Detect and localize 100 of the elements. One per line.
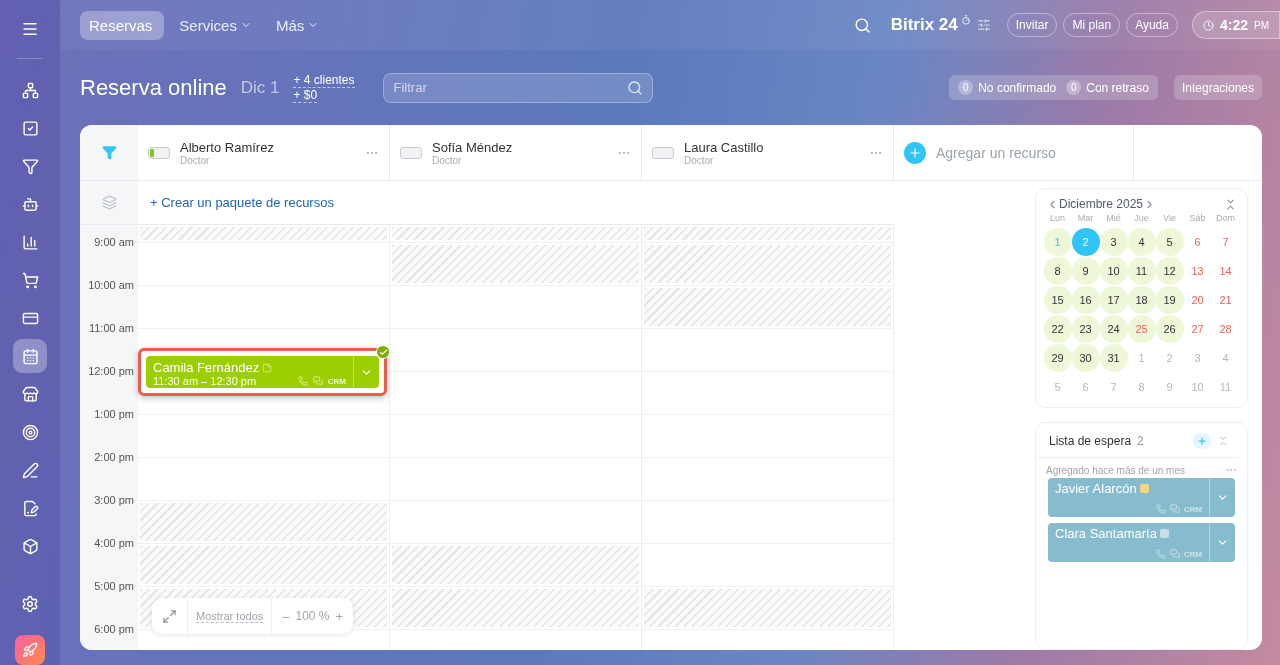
- calendar-day[interactable]: 23: [1071, 315, 1100, 343]
- calendar-day[interactable]: 25: [1127, 315, 1156, 343]
- weekday-label: Lun: [1049, 213, 1066, 225]
- zoom-in-button[interactable]: +: [335, 608, 344, 624]
- nav-tab[interactable]: Services: [170, 10, 261, 40]
- chart-icon: [21, 233, 39, 251]
- weekday-label: Sáb: [1188, 213, 1207, 225]
- calendar-day[interactable]: 1: [1127, 344, 1156, 372]
- calendar-day[interactable]: 11: [1127, 257, 1156, 285]
- chat-icon[interactable]: [1169, 549, 1180, 559]
- calendar-day[interactable]: 11: [1211, 373, 1240, 401]
- clock-icon: [960, 15, 971, 25]
- box-icon: [21, 537, 39, 555]
- phone-icon[interactable]: [297, 376, 308, 386]
- nav-tab[interactable]: Reservas: [80, 10, 165, 40]
- rocket-icon[interactable]: [15, 635, 45, 665]
- crm-label[interactable]: CRM: [327, 376, 346, 386]
- calendar-day[interactable]: 7: [1099, 373, 1128, 401]
- calendar-day[interactable]: 28: [1211, 315, 1240, 343]
- resource-header[interactable]: Sofía Méndez Doctor: [390, 125, 642, 180]
- calendar-day[interactable]: 6: [1183, 228, 1212, 256]
- collapse-icon[interactable]: [1224, 197, 1237, 211]
- create-package-link[interactable]: + Crear un paquete de recursos: [150, 195, 334, 210]
- sign-icon: [21, 499, 39, 517]
- calendar-day[interactable]: 2: [1071, 228, 1100, 256]
- calendar-day[interactable]: 17: [1099, 286, 1128, 314]
- chat-icon[interactable]: [312, 376, 323, 386]
- phone-icon[interactable]: [1155, 549, 1166, 559]
- calendar-day[interactable]: 27: [1183, 315, 1212, 343]
- funnel-icon: [21, 157, 39, 175]
- calendar-day[interactable]: 13: [1183, 257, 1212, 285]
- calendar-day[interactable]: 9: [1071, 257, 1100, 285]
- calendar-day[interactable]: 3: [1183, 344, 1212, 372]
- weekday-label: Mié: [1105, 213, 1122, 225]
- clock-button[interactable]: 4:22 PM: [1191, 11, 1280, 39]
- show-all-link[interactable]: Mostrar todos: [196, 609, 264, 623]
- counter-button[interactable]: 0 Con retraso: [1061, 80, 1154, 95]
- time-label: 9:00 am: [94, 236, 134, 248]
- filter-icon[interactable]: [101, 145, 117, 160]
- expand-icon: [162, 608, 177, 624]
- calendar-day[interactable]: 19: [1155, 286, 1184, 314]
- calendar-day[interactable]: 30: [1071, 344, 1100, 372]
- nav-tab[interactable]: Más: [266, 10, 329, 40]
- calendar-day[interactable]: 12: [1155, 257, 1184, 285]
- calendar-day[interactable]: 9: [1155, 373, 1184, 401]
- calendar-day[interactable]: 15: [1043, 286, 1072, 314]
- resource-role: Doctor: [684, 154, 715, 166]
- calendar-day[interactable]: 4: [1211, 344, 1240, 372]
- calendar-day[interactable]: 26: [1155, 315, 1184, 343]
- target-icon: [21, 423, 39, 441]
- add-button[interactable]: [1193, 433, 1211, 449]
- calendar-day[interactable]: 3: [1099, 228, 1128, 256]
- sliders-icon[interactable]: [976, 18, 991, 32]
- group-label: Agregado hace más de un mes: [1046, 464, 1185, 476]
- calendar-day[interactable]: 6: [1071, 373, 1100, 401]
- integrations-button[interactable]: Integraciones: [1173, 75, 1262, 100]
- zoom-value: 100 %: [295, 609, 330, 623]
- calendar-day[interactable]: 4: [1127, 228, 1156, 256]
- calendar-day[interactable]: 1: [1043, 228, 1072, 256]
- calendar-day[interactable]: 10: [1099, 257, 1128, 285]
- waitlist-card[interactable]: Javier Alarcón CRM: [1048, 478, 1235, 517]
- calendar-day[interactable]: 20: [1183, 286, 1212, 314]
- chat-icon[interactable]: [1169, 504, 1180, 514]
- calendar-month: Diciembre 2025: [1059, 197, 1144, 211]
- robot-icon: [21, 195, 39, 213]
- search-icon[interactable]: [853, 16, 871, 34]
- calendar-day[interactable]: 2: [1155, 344, 1184, 372]
- calendar-day[interactable]: 21: [1211, 286, 1240, 314]
- time-label: 1:00 pm: [94, 408, 134, 420]
- network-icon: [21, 81, 39, 99]
- calendar-day[interactable]: 24: [1099, 315, 1128, 343]
- time-label: 11:00 am: [88, 322, 134, 334]
- calendar-day[interactable]: 5: [1043, 373, 1072, 401]
- waitlist-card[interactable]: Clara Santamaría CRM: [1048, 523, 1235, 562]
- client-name: Clara Santamaría: [1055, 526, 1157, 541]
- calendar-day[interactable]: 14: [1211, 257, 1240, 285]
- calendar-day[interactable]: 8: [1127, 373, 1156, 401]
- clock-icon: [1202, 19, 1214, 31]
- calendar-day[interactable]: 7: [1211, 228, 1240, 256]
- sidebar-item[interactable]: [13, 339, 47, 373]
- zoom-out-button[interactable]: –: [282, 608, 290, 624]
- calendar-day[interactable]: 29: [1043, 344, 1072, 372]
- clients-link[interactable]: + 4 clientes: [293, 72, 355, 88]
- booking-card[interactable]: Camila Fernández 11:30 am – 12:30 pm CRM: [146, 356, 379, 388]
- revenue-link[interactable]: + $0: [293, 87, 318, 103]
- calendar-day[interactable]: 31: [1099, 344, 1128, 372]
- counter-button[interactable]: 0 No confirmado: [953, 80, 1062, 95]
- calendar-day[interactable]: 5: [1155, 228, 1184, 256]
- resource-header[interactable]: Alberto Ramírez Doctor: [138, 125, 390, 180]
- collapse-icon[interactable]: [1217, 435, 1229, 447]
- calendar-day[interactable]: 18: [1127, 286, 1156, 314]
- search-icon[interactable]: [626, 79, 643, 96]
- calendar-day[interactable]: 22: [1043, 315, 1072, 343]
- calendar-day[interactable]: 8: [1043, 257, 1072, 285]
- page-date: Dic 1: [240, 77, 280, 98]
- calendar-day[interactable]: 16: [1071, 286, 1100, 314]
- calendar-day[interactable]: 10: [1183, 373, 1212, 401]
- phone-icon[interactable]: [1155, 504, 1166, 514]
- battery-icon: [148, 146, 170, 159]
- brand-logo: Bitrix 24: [890, 15, 958, 35]
